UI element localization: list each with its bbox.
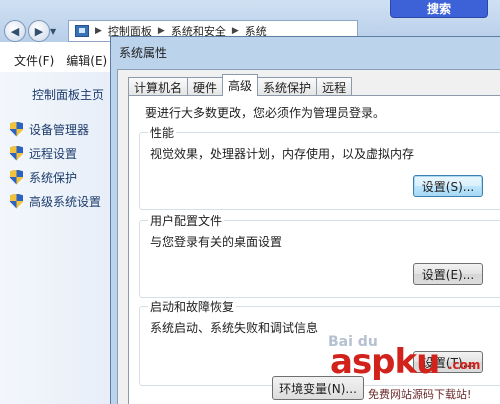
sidebar-item-remote-settings[interactable]: 远程设置 (10, 144, 77, 162)
sidebar-item-label: 设备管理器 (29, 122, 90, 137)
system-properties-dialog: 系统属性 计算机名 硬件 高级 系统保护 远程 要进行大多数更改，您必须作为管理… (110, 36, 500, 404)
performance-group: 性能 视觉效果，处理器计划，内存使用，以及虚拟内存 设置(S)... (139, 124, 500, 210)
performance-settings-button[interactable]: 设置(S)... (413, 175, 483, 197)
group-description: 与您登录有关的桌面设置 (150, 235, 283, 249)
shield-icon (10, 193, 23, 209)
group-title: 性能 (148, 124, 177, 141)
sidebar-item-label: 高级系统设置 (29, 194, 102, 209)
tab-computer-name[interactable]: 计算机名 (128, 77, 189, 96)
sidebar-item-system-protection[interactable]: 系统保护 (10, 168, 77, 186)
dialog-body: 计算机名 硬件 高级 系统保护 远程 要进行大多数更改，您必须作为管理员登录。 … (117, 69, 500, 404)
tab-advanced[interactable]: 高级 (222, 74, 259, 96)
tab-strip: 计算机名 硬件 高级 系统保护 远程 (128, 74, 353, 96)
recent-pages-dropdown-icon[interactable]: ▼ (50, 27, 56, 36)
sidebar: 控制面板主页 设备管理器 远程设置 系统保护 高级系统设置 (0, 72, 112, 404)
group-description: 视觉效果，处理器计划，内存使用，以及虚拟内存 (150, 147, 415, 161)
shield-icon (10, 121, 23, 137)
control-panel-icon (75, 25, 89, 37)
forward-button[interactable]: ▶ (28, 20, 50, 42)
tab-system-protection[interactable]: 系统保护 (257, 77, 318, 96)
tab-remote[interactable]: 远程 (316, 77, 353, 96)
tab-hardware[interactable]: 硬件 (187, 77, 224, 96)
startup-recovery-settings-button[interactable]: 设置(T)... (413, 351, 483, 373)
sidebar-item-advanced-settings[interactable]: 高级系统设置 (10, 192, 101, 210)
sidebar-home-link[interactable]: 控制面板主页 (32, 86, 104, 103)
breadcrumb-separator-icon[interactable]: ▶ (158, 26, 165, 36)
user-profiles-settings-button[interactable]: 设置(E)... (413, 263, 483, 285)
environment-variables-button[interactable]: 环境变量(N)... (272, 376, 364, 400)
sidebar-item-device-manager[interactable]: 设备管理器 (10, 120, 89, 138)
sidebar-item-label: 远程设置 (29, 146, 78, 161)
dialog-title: 系统属性 (119, 46, 168, 60)
menu-file[interactable]: 文件(F) (14, 52, 54, 69)
startup-recovery-group: 启动和故障恢复 系统启动、系统失败和调试信息 设置(T)... (139, 298, 500, 386)
breadcrumb-separator-icon[interactable]: ▶ (232, 26, 239, 36)
baidu-watermark-logo: Bai du (328, 334, 378, 350)
menu-edit[interactable]: 编辑(E) (66, 52, 107, 69)
group-title: 用户配置文件 (148, 212, 225, 229)
advanced-tab-panel: 要进行大多数更改，您必须作为管理员登录。 性能 视觉效果，处理器计划，内存使用，… (128, 95, 500, 404)
sidebar-item-label: 系统保护 (29, 170, 78, 185)
shield-icon (10, 169, 23, 185)
admin-note: 要进行大多数更改，您必须作为管理员登录。 (145, 106, 386, 120)
menu-bar: 文件(F) 编辑(E) (0, 49, 110, 71)
group-description: 系统启动、系统失败和调试信息 (150, 321, 319, 335)
shield-icon (10, 145, 23, 161)
breadcrumb-separator-icon[interactable]: ▶ (95, 26, 102, 36)
back-button[interactable]: ◀ (4, 20, 26, 42)
search-button[interactable]: 搜索 (390, 0, 488, 18)
user-profiles-group: 用户配置文件 与您登录有关的桌面设置 设置(E)... (139, 212, 500, 298)
group-title: 启动和故障恢复 (148, 298, 237, 315)
